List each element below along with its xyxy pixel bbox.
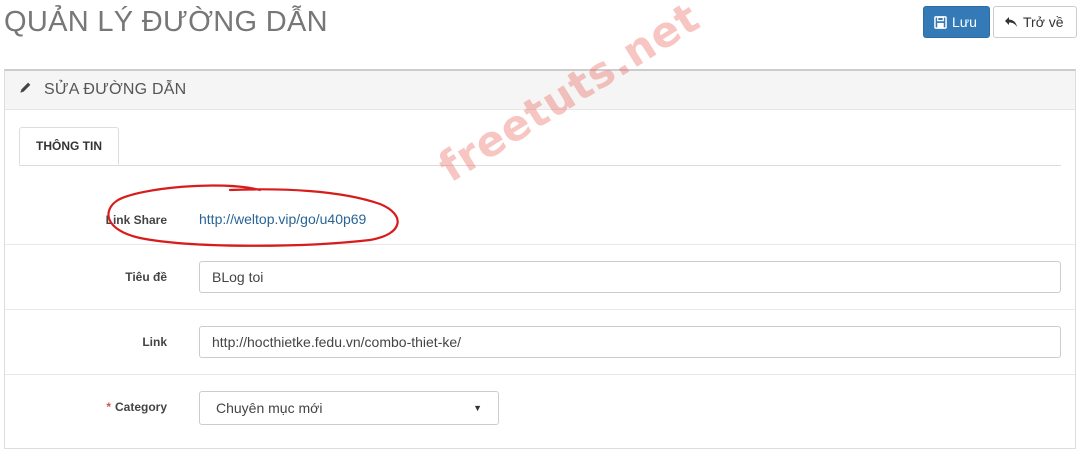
category-select[interactable]: Chuyên mục mới ▼ xyxy=(199,391,499,425)
link-input[interactable]: http://hocthietke.fedu.vn/combo-thiet-ke… xyxy=(199,326,1061,358)
category-label: * Category xyxy=(106,400,167,414)
title-label: Tiêu đề xyxy=(125,270,167,284)
tab-bar: THÔNG TIN xyxy=(19,127,1061,166)
link-label: Link xyxy=(142,335,167,349)
back-button-label: Trở về xyxy=(1023,14,1064,30)
link-share-label: Link Share xyxy=(105,213,167,227)
dropdown-caret-icon: ▼ xyxy=(473,403,482,413)
pencil-icon xyxy=(19,81,32,99)
link-row: Link http://hocthietke.fedu.vn/combo-thi… xyxy=(5,310,1075,375)
panel-title: SỬA ĐƯỜNG DẪN xyxy=(44,81,187,98)
floppy-disk-icon xyxy=(934,15,947,29)
category-label-text: Category xyxy=(114,400,167,414)
link-share-row: Link Share http://weltop.vip/go/u40p69 xyxy=(5,178,1075,245)
save-button-label: Lưu xyxy=(952,14,977,30)
edit-link-panel: SỬA ĐƯỜNG DẪN THÔNG TIN Link Share http:… xyxy=(4,69,1076,449)
category-selected: Chuyên mục mới xyxy=(216,400,323,416)
panel-heading: SỬA ĐƯỜNG DẪN xyxy=(5,71,1075,110)
back-button[interactable]: Trở về xyxy=(993,6,1077,38)
title-input[interactable]: BLog toi xyxy=(199,261,1061,293)
link-share-value[interactable]: http://weltop.vip/go/u40p69 xyxy=(199,211,366,227)
reply-arrow-icon xyxy=(1004,16,1018,28)
page-title: QUẢN LÝ ĐƯỜNG DẪN xyxy=(4,6,328,38)
title-row: Tiêu đề BLog toi xyxy=(5,245,1075,310)
category-row: * Category Chuyên mục mới ▼ xyxy=(5,375,1075,445)
save-button[interactable]: Lưu xyxy=(923,6,990,38)
tab-info[interactable]: THÔNG TIN xyxy=(19,127,119,165)
required-asterisk: * xyxy=(106,400,111,414)
